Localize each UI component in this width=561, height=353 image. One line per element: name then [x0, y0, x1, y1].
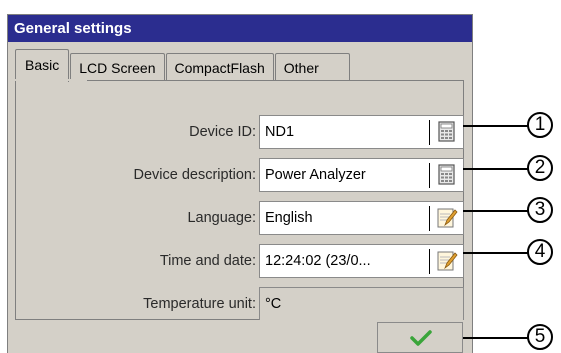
device-description-field[interactable]: Power Analyzer [259, 158, 464, 192]
active-tab-join [15, 79, 87, 81]
time-and-date-row: Time and date: 12:24:02 (23/0... [16, 244, 464, 278]
device-id-label: Device ID: [189, 124, 256, 140]
language-row: Language: English [16, 201, 464, 235]
field-separator [429, 249, 430, 274]
confirm-button[interactable] [377, 322, 463, 353]
basic-settings-panel: Device ID: ND1 Device description: Power… [15, 80, 464, 321]
time-and-date-label: Time and date: [159, 253, 256, 269]
field-separator [429, 163, 430, 188]
general-settings-window: General settings Basic LCD Screen Compac… [7, 14, 473, 353]
temperature-unit-row: Temperature unit: °C [16, 287, 464, 321]
edit-icon[interactable] [436, 207, 458, 229]
tab-basic[interactable]: Basic [15, 49, 70, 82]
language-value: English [265, 210, 313, 226]
temperature-unit-value: °C [265, 296, 282, 312]
temperature-unit-label: Temperature unit: [143, 296, 256, 312]
tab-lcd-screen[interactable]: LCD Screen [70, 53, 165, 81]
device-description-label: Device description: [133, 167, 257, 183]
footer-bar [8, 320, 472, 353]
device-id-row: Device ID: ND1 [16, 115, 464, 149]
language-label: Language: [187, 210, 256, 226]
device-id-value: ND1 [265, 124, 295, 140]
keypad-icon[interactable] [436, 121, 458, 143]
window-title: General settings [8, 15, 472, 42]
tab-bar: Basic LCD Screen CompactFlash Other [15, 49, 351, 82]
tab-compactflash[interactable]: CompactFlash [165, 53, 274, 81]
device-description-row: Device description: Power Analyzer [16, 158, 464, 192]
time-and-date-value: 12:24:02 (23/0... [265, 253, 371, 269]
tab-other[interactable]: Other [274, 53, 350, 81]
field-separator [429, 120, 430, 145]
device-id-field[interactable]: ND1 [259, 115, 464, 149]
field-separator [429, 206, 430, 231]
keypad-icon[interactable] [436, 164, 458, 186]
language-field[interactable]: English [259, 201, 464, 235]
temperature-unit-field: °C [259, 287, 464, 321]
device-description-value: Power Analyzer [265, 167, 366, 183]
checkmark-icon [410, 330, 432, 346]
time-and-date-field[interactable]: 12:24:02 (23/0... [259, 244, 464, 278]
edit-icon[interactable] [436, 250, 458, 272]
